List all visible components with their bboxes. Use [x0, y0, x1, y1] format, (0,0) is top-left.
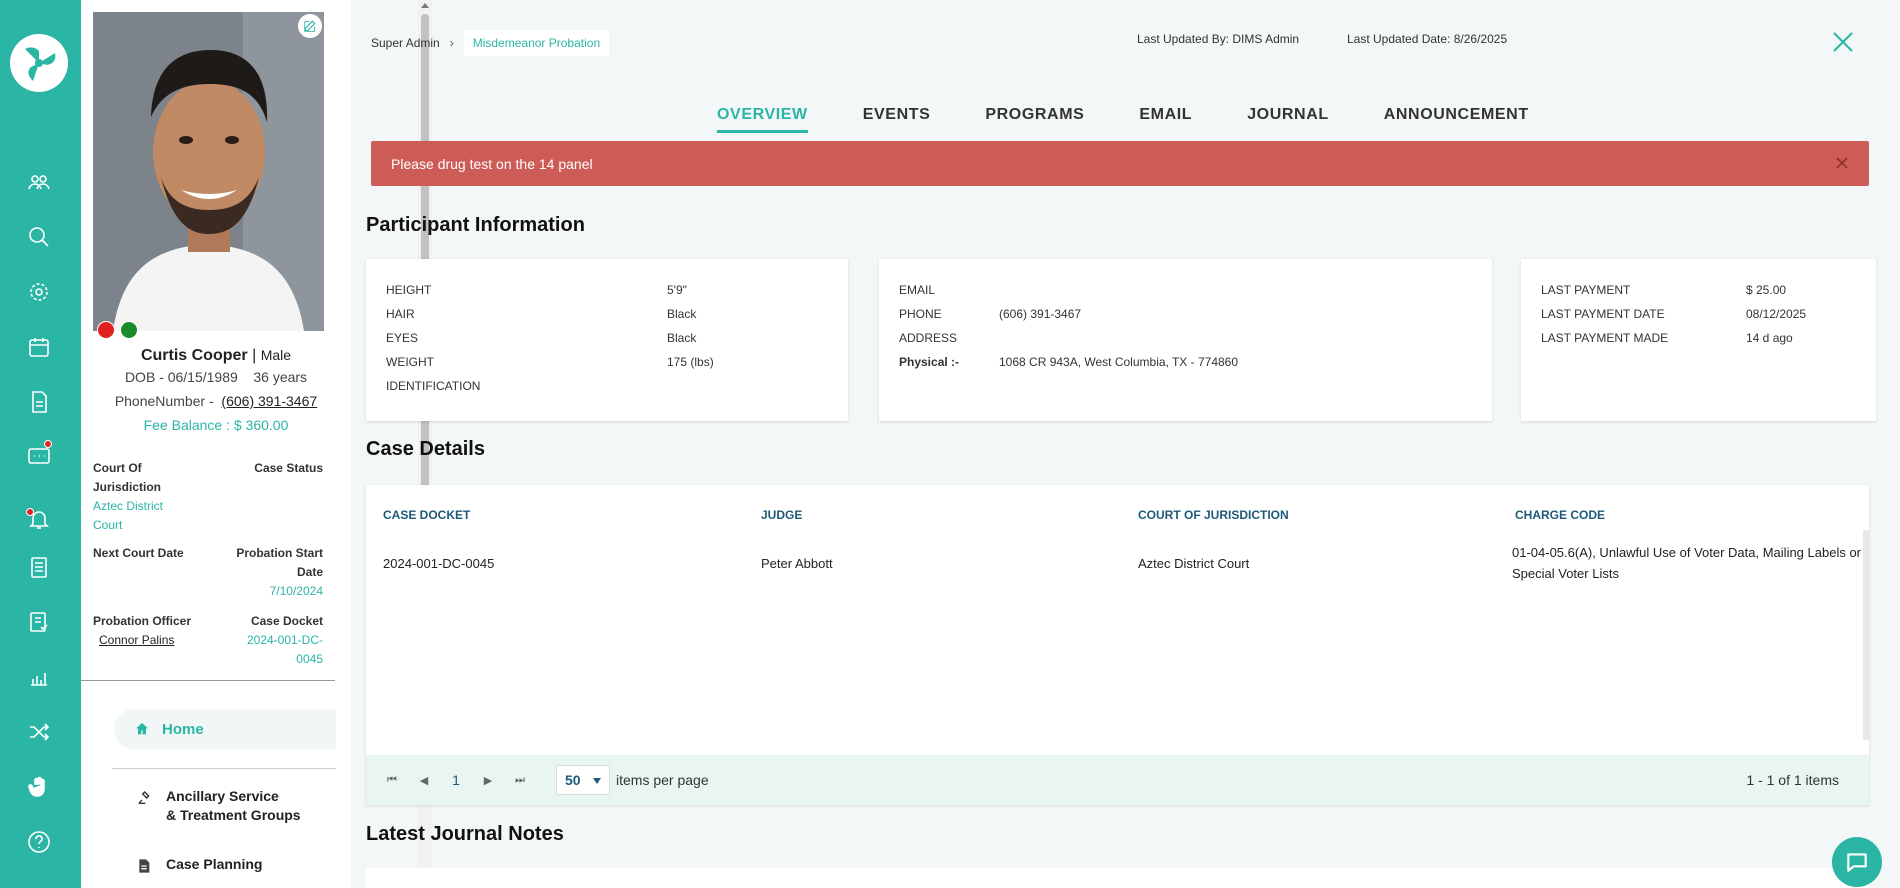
status-indicators	[97, 321, 138, 339]
last-updated-date: Last Updated Date: 8/26/2025	[1347, 32, 1508, 46]
participant-profile-panel: Curtis Cooper | Male DOB - 06/15/1989 36…	[81, 0, 432, 888]
chevron-down-icon	[593, 778, 601, 784]
probation-officer: Probation Officer Connor Palins	[93, 612, 213, 650]
bell-icon[interactable]	[22, 502, 56, 536]
tab-email[interactable]: EMAIL	[1139, 106, 1192, 133]
phone-line: PhoneNumber - (606) 391-3467	[81, 393, 351, 409]
physical-info-card: HEIGHT 5'9" HAIR Black EYES Black WEIGHT 175…	[366, 259, 848, 421]
tab-announcement[interactable]: ANNOUNCEMENT	[1384, 106, 1529, 133]
phone-label: PhoneNumber -	[114, 393, 214, 409]
participant-name: Curtis Cooper	[140, 347, 248, 364]
items-count: 1 - 1 of 1 items	[1746, 772, 1839, 788]
shuffle-icon[interactable]	[22, 715, 56, 749]
gavel-icon	[138, 791, 150, 804]
case-details-grid: CASE DOCKET JUDGE COURT OF JURISDICTION …	[366, 485, 1869, 805]
logo-icon[interactable]	[10, 34, 68, 92]
users-icon[interactable]	[22, 165, 56, 199]
chat-notification-badge	[44, 440, 52, 448]
icon-rail	[0, 0, 81, 888]
bell-notification-badge	[26, 508, 34, 516]
probation-officer-link[interactable]: Connor Palins	[99, 631, 213, 650]
probation-start-date: Probation Start Date 7/10/2024	[236, 546, 323, 598]
cell-judge: Peter Abbott	[761, 556, 833, 571]
chart-icon[interactable]	[22, 660, 56, 694]
hand-icon[interactable]	[22, 770, 56, 804]
alert-close-icon[interactable]	[1835, 156, 1849, 170]
support-chat-button[interactable]	[1832, 837, 1882, 887]
court-of-jurisdiction: Court Of Jurisdiction Aztec District Cou…	[93, 461, 164, 532]
edit-photo-button[interactable]	[298, 14, 322, 38]
grid-scrollbar[interactable]	[1863, 530, 1869, 740]
participant-photo	[93, 12, 324, 331]
help-icon[interactable]	[22, 825, 56, 859]
case-details-title: Case Details	[366, 438, 485, 460]
status-green-dot	[120, 321, 138, 339]
close-icon[interactable]	[1831, 30, 1855, 54]
dob-line: DOB - 06/15/1989 36 years	[81, 369, 351, 385]
status-red-dot	[97, 321, 115, 339]
gear-icon[interactable]	[22, 275, 56, 309]
search-icon[interactable]	[22, 220, 56, 254]
case-status: Case Status	[254, 461, 323, 475]
next-court-date: Next Court Date	[93, 546, 184, 560]
calendar-icon[interactable]	[22, 330, 56, 364]
participant-information-title: Participant Information	[366, 214, 585, 236]
column-header-charge-code[interactable]: CHARGE CODE	[1515, 508, 1605, 522]
nav-item-ancillary-service[interactable]: Ancillary Service & Treatment Groups	[136, 788, 301, 823]
case-docket: Case Docket 2024-001-DC-0045	[246, 614, 323, 666]
column-header-court[interactable]: COURT OF JURISDICTION	[1138, 508, 1289, 522]
items-per-page-select[interactable]: 50	[556, 765, 610, 795]
breadcrumb-root[interactable]: Super Admin	[371, 36, 440, 50]
last-page-icon[interactable]: ⏭	[504, 774, 536, 787]
chat-bubble-icon	[1847, 853, 1867, 872]
cell-court: Aztec District Court	[1138, 556, 1250, 571]
announcement-alert: Please drug test on the 14 panel	[371, 141, 1869, 186]
column-header-case-docket[interactable]: CASE DOCKET	[383, 508, 470, 522]
tab-events[interactable]: EVENTS	[863, 106, 931, 133]
fee-balance: Fee Balance : $ 360.00	[143, 417, 289, 433]
document-small-icon	[139, 859, 150, 873]
participant-dob: DOB - 06/15/1989	[124, 369, 238, 385]
cell-charge-code: 01-04-05.6(A), Unlawful Use of Voter Dat…	[1512, 545, 1862, 581]
tab-programs[interactable]: PROGRAMS	[985, 106, 1084, 133]
cell-case-docket: 2024-001-DC-0045	[383, 556, 495, 571]
home-icon	[136, 723, 148, 735]
items-per-page-label: items per page	[616, 772, 709, 788]
first-page-icon[interactable]: ⏮	[376, 774, 408, 787]
participant-age: 36 years	[253, 369, 308, 385]
phone-link[interactable]: (606) 391-3467	[221, 393, 317, 409]
latest-journal-notes-title: Latest Journal Notes	[366, 823, 564, 845]
breadcrumb: Super Admin › Misdemeanor Probation	[371, 30, 610, 56]
edit-icon	[304, 20, 316, 32]
chevron-right-icon: ›	[449, 36, 454, 50]
main-content: Super Admin › Misdemeanor Probation Last…	[351, 0, 1900, 888]
nav-item-home[interactable]: Home	[114, 709, 336, 749]
checklist-icon[interactable]	[22, 550, 56, 584]
tab-overview[interactable]: OVERVIEW	[717, 106, 808, 133]
report-icon[interactable]	[22, 605, 56, 639]
tab-journal[interactable]: JOURNAL	[1247, 106, 1329, 133]
last-updated-by: Last Updated By: DIMS Admin	[1137, 32, 1300, 46]
alert-text: Please drug test on the 14 panel	[391, 155, 593, 172]
nav-item-case-planning[interactable]: Case Planning	[136, 856, 262, 874]
participant-gender: Male	[260, 347, 292, 363]
document-icon[interactable]	[22, 385, 56, 419]
contact-info-card: EMAIL PHONE (606) 391-3467 ADDRESS Physic…	[879, 259, 1492, 421]
payment-info-card: LAST PAYMENT $ 25.00 LAST PAYMENT DATE 08/…	[1521, 259, 1876, 421]
breadcrumb-current: Misdemeanor Probation	[463, 30, 610, 56]
column-header-judge[interactable]: JUDGE	[761, 508, 802, 522]
participant-name-line: Curtis Cooper | Male	[140, 347, 292, 364]
next-page-icon[interactable]: ▶	[472, 774, 504, 787]
profile-divider	[81, 680, 335, 681]
portrait-image	[93, 12, 324, 331]
page-number[interactable]: 1	[440, 772, 472, 788]
nav-separator	[112, 768, 336, 769]
tab-bar: OVERVIEW EVENTS PROGRAMS EMAIL JOURNAL A…	[717, 106, 1584, 133]
grid-pager: ⏮ ◀ 1 ▶ ⏭ 50 items per page 1 - 1 of 1 i…	[366, 755, 1869, 805]
prev-page-icon[interactable]: ◀	[408, 774, 440, 787]
journal-notes-card	[366, 868, 1869, 888]
